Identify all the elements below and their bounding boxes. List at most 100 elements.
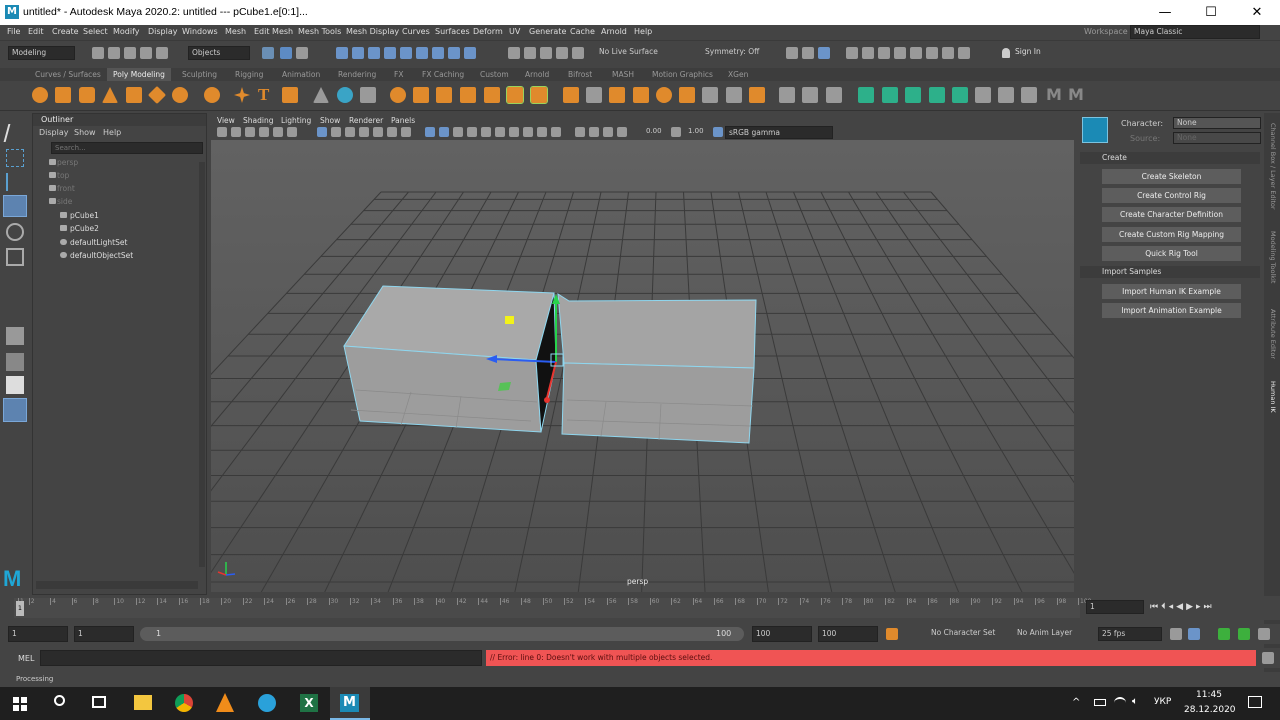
bridge-icon[interactable] <box>530 86 548 104</box>
wedge-icon[interactable] <box>702 87 718 103</box>
tab-channel-box[interactable]: Channel Box / Layer Editor <box>1269 123 1277 210</box>
gate-mask-icon[interactable] <box>359 127 369 137</box>
select-by-handle-icon[interactable] <box>336 47 348 59</box>
import-samples-section-header[interactable]: Import Samples <box>1080 266 1260 278</box>
tab-animation[interactable]: Animation <box>282 70 320 79</box>
timeline-track[interactable]: 1246810121416182022242628303234363840424… <box>14 598 1091 618</box>
go-to-start-icon[interactable]: ⏮ <box>1150 602 1161 612</box>
loop-icon[interactable] <box>1170 628 1182 640</box>
platonic-solid-icon[interactable] <box>204 87 220 103</box>
planar-mapping-icon[interactable] <box>858 87 874 103</box>
tab-human-ik[interactable]: Human IK <box>1269 381 1277 413</box>
menuset-dropdown[interactable]: Modeling <box>8 46 75 60</box>
hierarchy-mode-icon[interactable] <box>262 47 274 59</box>
select-by-rendering-icon[interactable] <box>432 47 444 59</box>
source-dropdown[interactable]: None <box>1173 132 1261 144</box>
menu-mesh-display[interactable]: Mesh Display <box>346 27 399 36</box>
workspace-dropdown[interactable]: Maya Classic <box>1130 25 1260 39</box>
create-section-header[interactable]: Create <box>1080 152 1260 164</box>
tray-chevron-icon[interactable]: ^ <box>1072 697 1080 708</box>
camera-attributes-icon[interactable] <box>231 127 241 137</box>
viewport-menu-view[interactable]: View <box>217 116 235 125</box>
tab-custom[interactable]: Custom <box>480 70 509 79</box>
outliner-item-defaultlightset[interactable]: defaultLightSet <box>60 238 127 247</box>
outliner-item-side[interactable]: side <box>49 197 72 206</box>
four-view-icon[interactable] <box>6 376 24 394</box>
auto-key-icon[interactable] <box>886 628 898 640</box>
gamma-icon[interactable] <box>671 127 681 137</box>
select-by-deformation-icon[interactable] <box>400 47 412 59</box>
snap-live-icon[interactable] <box>572 47 584 59</box>
create-skeleton-button[interactable]: Create Skeleton <box>1102 169 1241 184</box>
symmetry-label[interactable]: Symmetry: Off <box>702 46 770 60</box>
cut-uv-icon[interactable] <box>998 87 1014 103</box>
bookmarks-icon[interactable] <box>245 127 255 137</box>
single-view-icon[interactable] <box>6 353 24 371</box>
menu-create[interactable]: Create <box>52 27 79 36</box>
telegram-icon[interactable] <box>258 694 276 712</box>
tab-poly-modeling[interactable]: Poly Modeling <box>107 68 171 81</box>
view-transform-icon[interactable] <box>713 127 723 137</box>
playback-end-field[interactable]: 100 <box>752 626 812 642</box>
soft-select-icon[interactable] <box>6 327 24 345</box>
wireframe-icon[interactable] <box>425 127 435 137</box>
menu-cache[interactable]: Cache <box>570 27 595 36</box>
svg-tool-icon[interactable] <box>282 87 298 103</box>
hypershade-icon[interactable] <box>862 47 874 59</box>
rotate-tool-icon[interactable] <box>6 223 24 241</box>
animation-start-field[interactable]: 1 <box>8 626 68 642</box>
excel-icon[interactable]: X <box>300 694 318 712</box>
type-tool-icon[interactable]: T <box>258 85 274 105</box>
remesh-icon[interactable] <box>460 87 476 103</box>
select-by-surface-icon[interactable] <box>384 47 396 59</box>
poly-cylinder-icon[interactable] <box>79 87 95 103</box>
tab-xgen[interactable]: XGen <box>728 70 748 79</box>
snap-point-icon[interactable] <box>540 47 552 59</box>
menu-edit[interactable]: Edit <box>28 27 44 36</box>
menu-edit-mesh[interactable]: Edit Mesh <box>254 27 293 36</box>
pcube2-mesh[interactable] <box>557 293 757 444</box>
menu-deform[interactable]: Deform <box>473 27 503 36</box>
menu-generate[interactable]: Generate <box>529 27 566 36</box>
sound-icon[interactable] <box>1218 628 1230 640</box>
separate-icon[interactable] <box>337 87 353 103</box>
maya-m-icon[interactable]: M <box>1046 85 1062 104</box>
clock-time[interactable]: 11:45 <box>1196 690 1222 700</box>
persp-outliner-layout-icon[interactable] <box>3 398 27 422</box>
poly-disc-icon[interactable] <box>172 87 188 103</box>
construction-history-icon[interactable] <box>786 47 798 59</box>
wifi-icon[interactable] <box>1114 697 1126 707</box>
preferences-icon[interactable] <box>1258 628 1270 640</box>
snap-view-plane-icon[interactable] <box>556 47 568 59</box>
fps-dropdown[interactable]: 25 fps <box>1098 627 1162 641</box>
menu-surfaces[interactable]: Surfaces <box>435 27 470 36</box>
shadows-icon[interactable] <box>495 127 505 137</box>
anim-layer-dropdown[interactable]: No Anim Layer <box>1014 627 1094 641</box>
step-forward-icon[interactable]: ▸ <box>1196 602 1204 612</box>
gamma-value[interactable]: 1.00 <box>685 126 709 139</box>
menu-file[interactable]: File <box>7 27 20 36</box>
menu-mesh[interactable]: Mesh <box>225 27 246 36</box>
vlc-icon[interactable] <box>216 693 234 712</box>
tab-mash[interactable]: MASH <box>612 70 634 79</box>
multi-cut-icon[interactable] <box>726 87 742 103</box>
depth-of-field-icon[interactable] <box>551 127 561 137</box>
file-explorer-icon[interactable] <box>134 695 152 710</box>
outliner-item-pcube1[interactable]: pCube1 <box>60 211 99 220</box>
automatic-mapping-icon[interactable] <box>929 87 945 103</box>
render-settings-icon[interactable] <box>846 47 858 59</box>
live-surface-label[interactable]: No Live Surface <box>596 46 678 60</box>
select-by-curve-icon[interactable] <box>368 47 380 59</box>
playback-options-icon[interactable] <box>1188 628 1200 640</box>
menu-mesh-tools[interactable]: Mesh Tools <box>298 27 341 36</box>
grease-pencil-icon[interactable] <box>287 127 297 137</box>
select-by-joint-icon[interactable] <box>352 47 364 59</box>
anti-aliasing-icon[interactable] <box>537 127 547 137</box>
append-polygon-icon[interactable] <box>679 87 695 103</box>
film-gate-icon[interactable] <box>331 127 341 137</box>
tab-attribute-editor[interactable]: Attribute Editor <box>1269 309 1277 359</box>
smooth-icon[interactable] <box>360 87 376 103</box>
fill-hole-icon[interactable] <box>656 87 672 103</box>
search-icon[interactable] <box>54 695 65 706</box>
field-chart-icon[interactable] <box>373 127 383 137</box>
